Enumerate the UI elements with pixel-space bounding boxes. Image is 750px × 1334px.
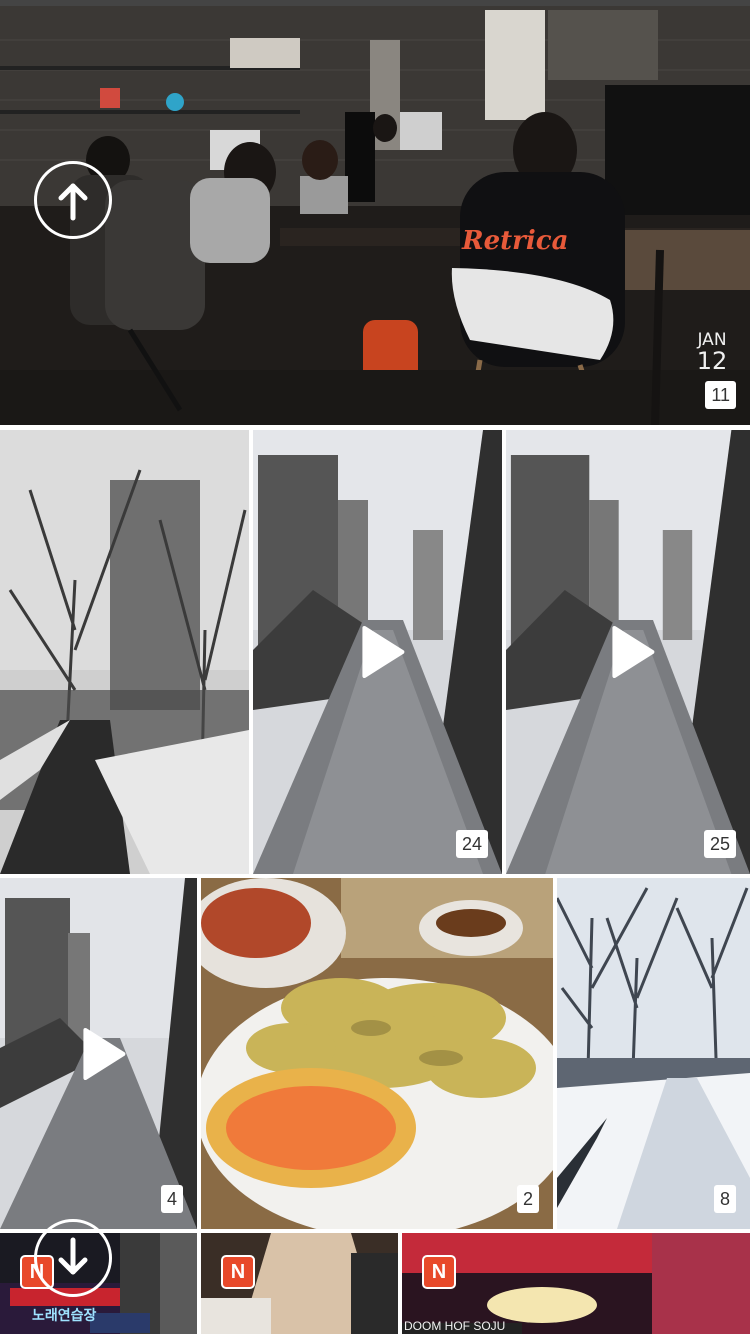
scroll-up-button[interactable]: [34, 161, 112, 239]
photo-tile-office[interactable]: Retrica JAN 12 11: [0, 0, 750, 425]
count-badge: 11: [705, 381, 736, 409]
video-tile[interactable]: 24: [253, 430, 502, 874]
hoodie-logo-text: Retrica: [462, 226, 569, 256]
count-badge: 8: [713, 1185, 736, 1213]
new-badge: N: [422, 1255, 456, 1289]
new-badge: N: [221, 1255, 255, 1289]
play-icon: [361, 626, 404, 678]
photo-tile[interactable]: N: [201, 1233, 398, 1334]
arrow-up-icon: [58, 183, 88, 221]
office-photo: [0, 0, 750, 425]
count-badge: 4: [160, 1185, 183, 1213]
video-tile[interactable]: 4: [0, 878, 197, 1229]
date-stamp-day: 12: [696, 347, 728, 375]
count-badge: 25: [703, 830, 736, 858]
photo-tile[interactable]: 8: [557, 878, 750, 1229]
photo-tile[interactable]: [0, 430, 249, 874]
play-icon: [612, 626, 655, 678]
play-icon: [82, 1027, 125, 1080]
video-tile[interactable]: 25: [506, 430, 750, 874]
count-badge: 24: [455, 830, 488, 858]
storefront-sign-text: DOOM HOF SOJU: [404, 1319, 506, 1333]
arrow-down-icon: [58, 1237, 88, 1275]
photo-tile[interactable]: DOOM HOF SOJU N: [402, 1233, 750, 1334]
date-stamp: JAN 12: [692, 332, 732, 375]
count-badge: 2: [516, 1185, 539, 1213]
snowy-park-photo: [0, 430, 249, 874]
tempura-photo: [201, 878, 553, 1229]
snowy-trees-photo: [557, 878, 750, 1229]
scroll-down-button[interactable]: [34, 1219, 112, 1297]
neon-sign-text: 노래연습장: [32, 1307, 97, 1323]
photo-tile[interactable]: 2: [201, 878, 553, 1229]
